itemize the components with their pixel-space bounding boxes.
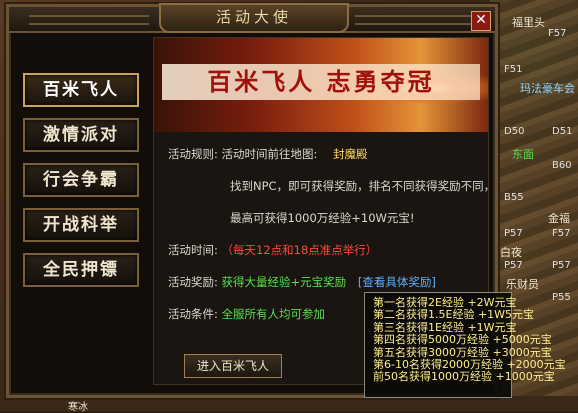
- map-player-name[interactable]: 乐财员: [506, 276, 539, 292]
- title-ornament-right: [355, 15, 475, 25]
- rule-line-3: 最高可获得1000万经验+10W元宝!: [230, 211, 415, 225]
- map-player-name[interactable]: 白夜: [500, 244, 522, 260]
- condition-label: 活动条件:: [168, 307, 218, 321]
- nav-item-exam[interactable]: 开战科举: [23, 208, 139, 242]
- condition-value: 全服所有人均可参加: [221, 307, 326, 321]
- rule-line-2: 找到NPC，即可获得奖励，排名不同获得奖励不同，: [230, 179, 496, 193]
- map-level-tag: F57: [548, 28, 567, 39]
- view-reward-link[interactable]: [查看具体奖励]: [358, 275, 436, 289]
- map-level-tag: P57: [552, 260, 571, 271]
- tooltip-line: 第二名获得1.5E经验 +1W5元宝: [373, 308, 535, 322]
- tooltip-line: 前50名获得1000万经验 +1000元宝: [373, 370, 555, 384]
- rule-line-1: 活动时间前往地图:: [221, 147, 318, 161]
- reward-label: 活动奖励:: [168, 275, 218, 289]
- map-level-tag: P57: [504, 228, 523, 239]
- reward-value: 获得大量经验+元宝奖励: [221, 275, 347, 289]
- activity-nav: 百米飞人 激情派对 行会争霸 开战科举 全民押镖: [23, 73, 139, 298]
- nav-item-party[interactable]: 激情派对: [23, 118, 139, 152]
- map-player-name[interactable]: 东面: [512, 146, 534, 162]
- banner-title: 百米飞人 志勇夺冠: [162, 64, 480, 100]
- window-title: 活动大使: [159, 3, 349, 33]
- nav-item-guild-war[interactable]: 行会争霸: [23, 163, 139, 197]
- tooltip-line: 第四名获得5000万经验 +5000元宝: [373, 333, 552, 347]
- map-level-tag: B60: [552, 160, 572, 171]
- time-value: （每天12点和18点准点举行）: [221, 243, 378, 257]
- map-player-name[interactable]: 福里头: [512, 14, 545, 30]
- map-player-name[interactable]: 玛法豪车会: [520, 80, 575, 96]
- activity-banner: 百米飞人 志勇夺冠: [154, 38, 488, 132]
- time-label: 活动时间:: [168, 243, 218, 257]
- map-name: 封魔殿: [333, 147, 368, 161]
- close-button[interactable]: ✕: [471, 11, 491, 31]
- nav-item-sprint[interactable]: 百米飞人: [23, 73, 139, 107]
- map-player-name[interactable]: 金福: [548, 210, 570, 226]
- nav-item-escort[interactable]: 全民押镖: [23, 253, 139, 287]
- rule-label: 活动规则:: [168, 147, 218, 161]
- map-player-name[interactable]: 寒冰: [68, 398, 88, 413]
- window-titlebar[interactable]: 活动大使 ✕: [9, 3, 495, 33]
- map-level-tag: P57: [504, 260, 523, 271]
- map-level-tag: F57: [552, 228, 571, 239]
- title-ornament-left: [29, 15, 149, 25]
- map-level-tag: D51: [552, 126, 573, 137]
- enter-activity-button[interactable]: 进入百米飞人: [184, 354, 282, 378]
- map-level-tag: P55: [552, 292, 571, 303]
- map-level-tag: D50: [504, 126, 525, 137]
- map-level-tag: F51: [504, 64, 523, 75]
- map-level-tag: B55: [504, 192, 524, 203]
- reward-tooltip: 第一名获得2E经验 +2W元宝 第二名获得1.5E经验 +1W5元宝 第三名获得…: [364, 292, 566, 398]
